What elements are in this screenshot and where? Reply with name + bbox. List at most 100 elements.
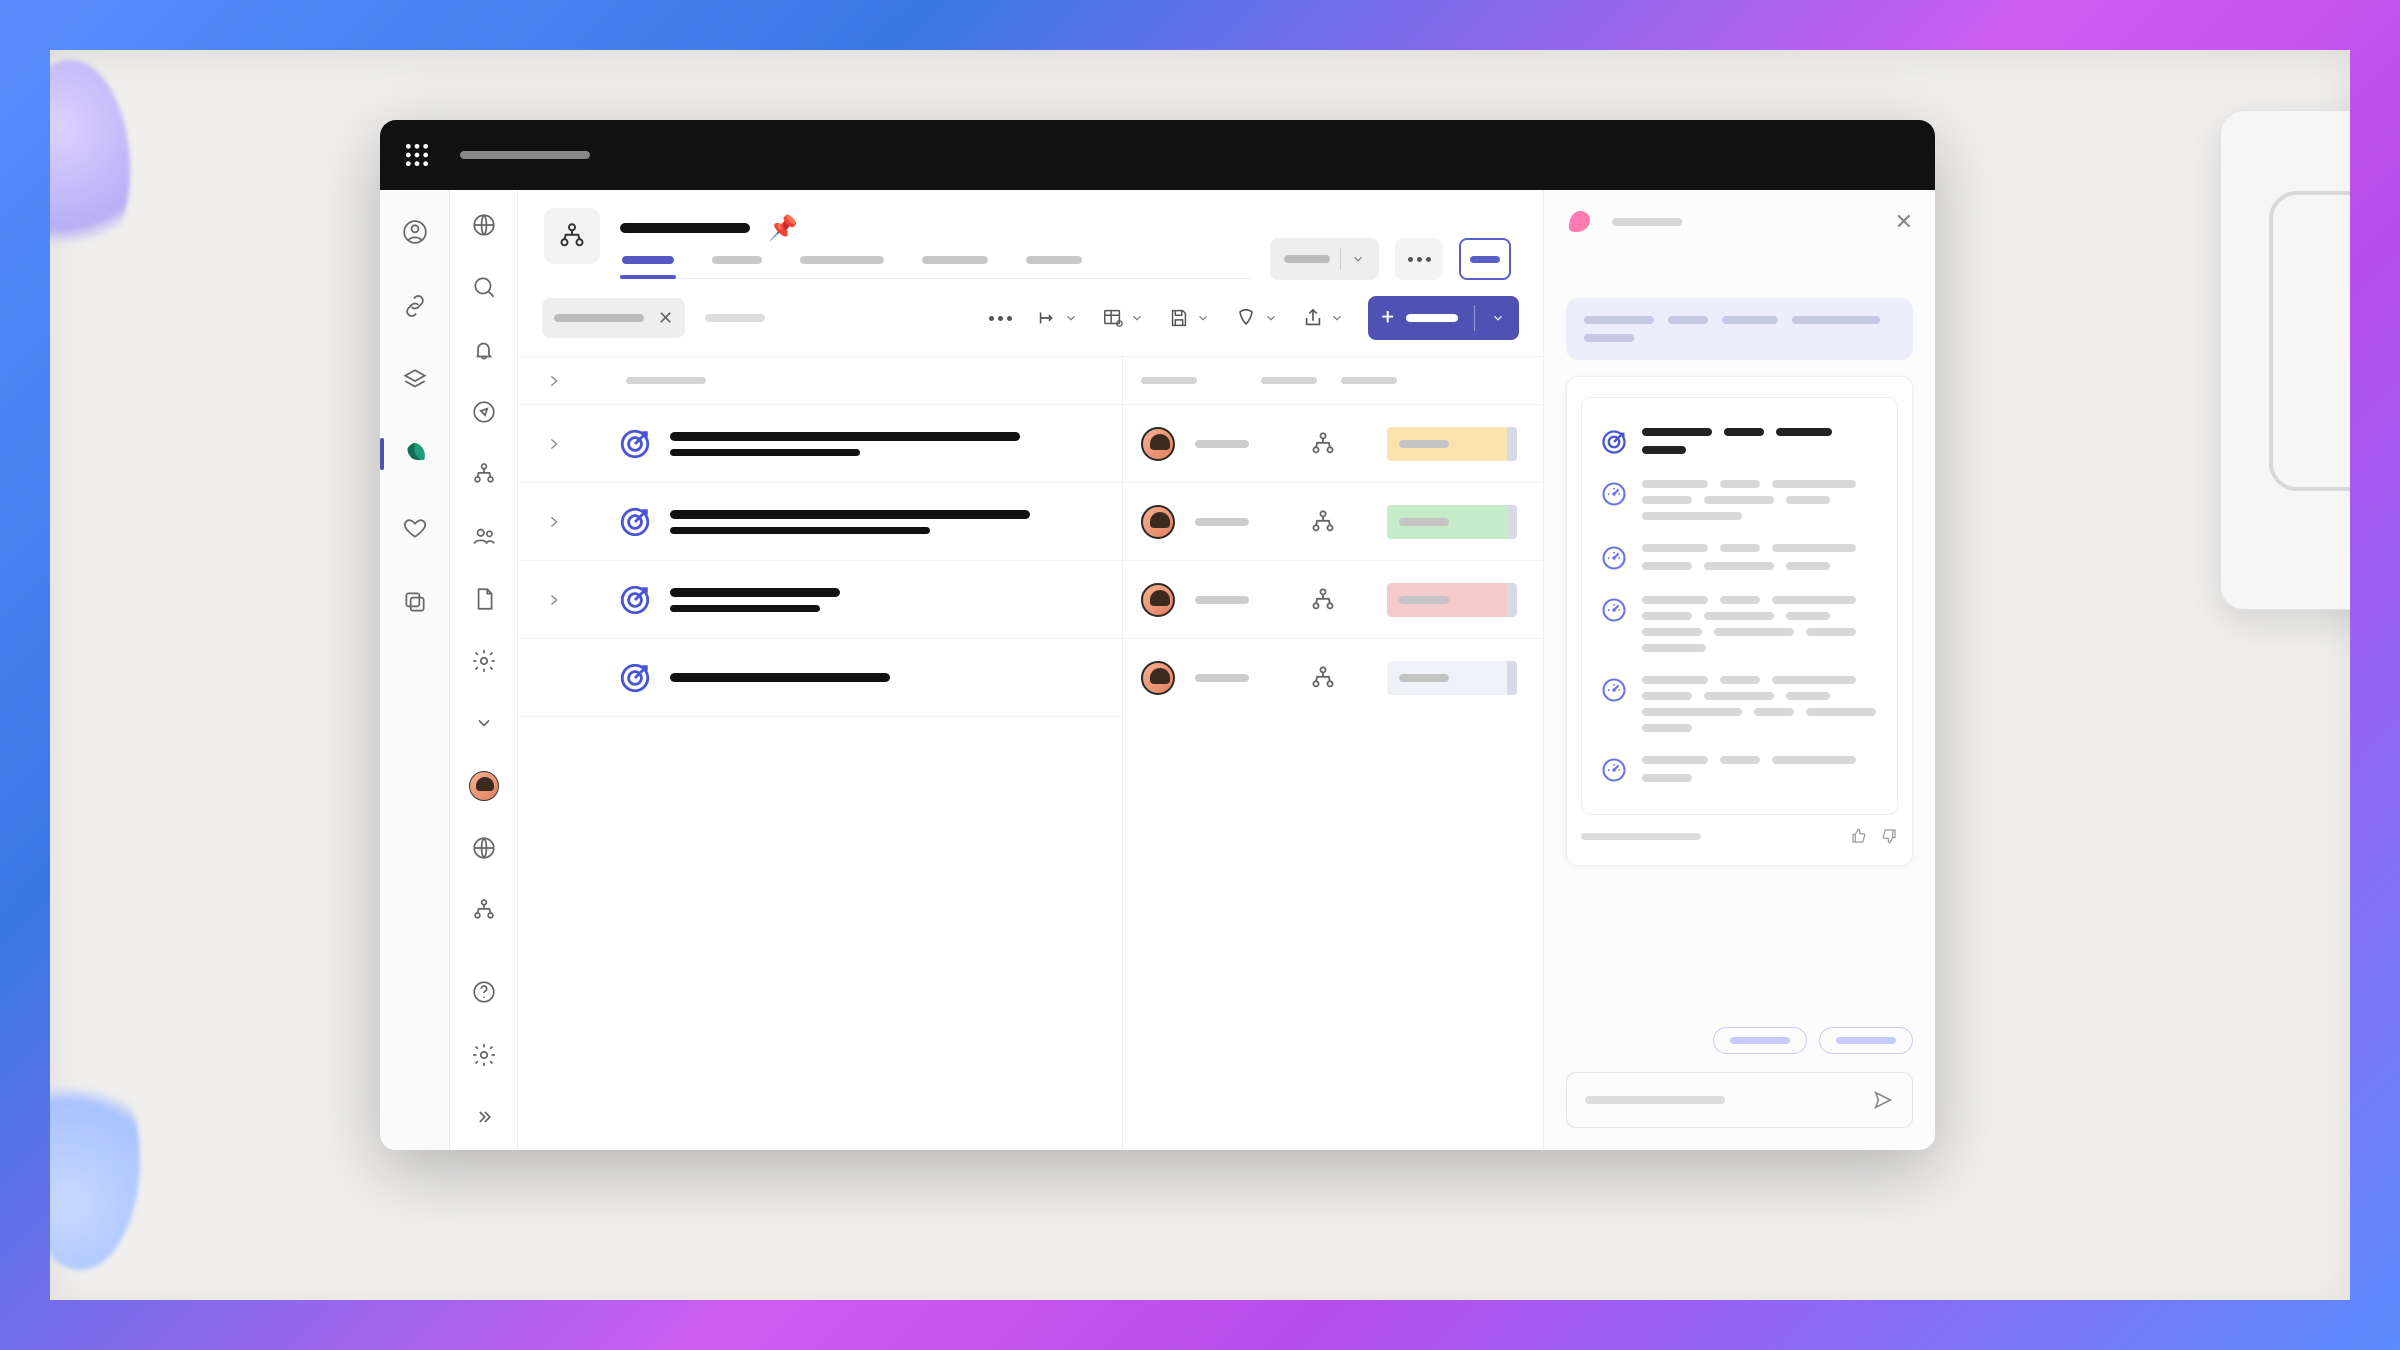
rail2-help[interactable] — [462, 971, 506, 1013]
more-button[interactable] — [1395, 238, 1443, 280]
rail-item-3[interactable] — [393, 358, 437, 402]
grid-row[interactable] — [518, 561, 1122, 639]
rail2-search[interactable] — [462, 266, 506, 308]
copilot-result-kr[interactable] — [1600, 584, 1879, 664]
bg-right-card — [2220, 110, 2350, 610]
grid-title-column: Title — [518, 357, 1123, 1150]
tool-save[interactable] — [1168, 307, 1210, 329]
chevron-down-icon — [474, 713, 494, 733]
gear-icon — [471, 648, 497, 674]
rail-item-5[interactable] — [393, 506, 437, 550]
copilot-result-goal[interactable] — [1600, 416, 1879, 468]
thumbs-up-button[interactable] — [1850, 827, 1868, 845]
send-button[interactable] — [1872, 1089, 1894, 1111]
share-icon — [1302, 307, 1324, 329]
app-window: App — [380, 120, 1935, 1150]
row-expander[interactable] — [544, 436, 564, 452]
rail2-org2[interactable] — [462, 889, 506, 931]
tab-3[interactable] — [920, 256, 990, 278]
owner-name — [1195, 596, 1249, 604]
tab-0[interactable] — [620, 256, 676, 278]
grid-row-side[interactable] — [1123, 483, 1543, 561]
copilot-toggle-button[interactable]: Copilot — [1459, 238, 1511, 280]
rail-item-2[interactable] — [393, 284, 437, 328]
copilot-result-kr[interactable] — [1600, 744, 1879, 796]
row-title — [670, 588, 840, 597]
copilot-header: Copilot ✕ — [1544, 190, 1935, 254]
status-pill[interactable] — [1387, 661, 1517, 695]
hierarchy-icon — [557, 221, 587, 251]
rail2-file[interactable] — [462, 578, 506, 620]
rail-item-active[interactable] — [393, 432, 437, 476]
chevron-down-icon — [1330, 311, 1344, 325]
copilot-suggestion-chip[interactable] — [1819, 1027, 1913, 1054]
tool-more[interactable] — [989, 316, 1012, 321]
app-launcher-button[interactable] — [398, 136, 436, 174]
rail2-org[interactable] — [462, 453, 506, 495]
plus-icon: + — [1382, 307, 1394, 329]
filter-chip[interactable]: Filter ✕ — [542, 298, 685, 338]
chevron-down-icon — [1351, 252, 1365, 266]
rail2-bell[interactable] — [462, 329, 506, 371]
rail2-compass[interactable] — [462, 391, 506, 433]
owner-avatar — [1141, 661, 1175, 695]
rail2-people[interactable] — [462, 515, 506, 557]
rail2-globe2[interactable] — [462, 827, 506, 869]
view-dropdown-button[interactable]: View — [1270, 238, 1379, 280]
close-icon[interactable]: ✕ — [658, 308, 673, 329]
row-expander[interactable] — [544, 514, 564, 530]
tab-label — [922, 256, 988, 264]
thumbs-down-button[interactable] — [1880, 827, 1898, 845]
grid-row-side[interactable] — [1123, 405, 1543, 483]
secondary-nav-rail — [450, 190, 518, 1150]
grid-row[interactable] — [518, 483, 1122, 561]
dots-icon — [1408, 257, 1431, 262]
grid-row-side[interactable] — [1123, 639, 1543, 717]
chevron-down-icon — [1264, 311, 1278, 325]
grid-row[interactable] — [518, 405, 1122, 483]
rail2-collapse[interactable] — [462, 702, 506, 744]
copilot-result-kr[interactable] — [1600, 664, 1879, 744]
copilot-result-kr[interactable] — [1600, 468, 1879, 532]
send-icon — [1872, 1089, 1894, 1111]
copilot-input[interactable] — [1566, 1072, 1913, 1128]
chip-label — [1730, 1037, 1790, 1044]
copilot-suggestion-chip[interactable] — [1713, 1027, 1807, 1054]
tab-2[interactable] — [798, 256, 886, 278]
chip-label — [1836, 1037, 1896, 1044]
column-header-title: Title — [626, 377, 706, 384]
status-pill[interactable] — [1387, 583, 1517, 617]
copilot-suggestions — [1544, 1027, 1935, 1054]
status-pill[interactable] — [1387, 427, 1517, 461]
row-expander[interactable] — [544, 592, 564, 608]
pin-icon[interactable]: 📌 — [768, 214, 798, 242]
chevron-down-icon — [1196, 311, 1210, 325]
rail2-globe[interactable] — [462, 204, 506, 246]
rail2-avatar[interactable] — [462, 764, 506, 806]
tool-width[interactable] — [1036, 307, 1078, 329]
close-button[interactable]: ✕ — [1895, 210, 1913, 235]
expand-all-button[interactable] — [544, 373, 564, 389]
copilot-input-placeholder — [1585, 1096, 1725, 1104]
grid-row-side[interactable] — [1123, 561, 1543, 639]
rail-item-1[interactable] — [393, 210, 437, 254]
rail-item-6[interactable] — [393, 580, 437, 624]
copilot-result-kr[interactable] — [1600, 532, 1879, 584]
tool-table[interactable] — [1102, 307, 1144, 329]
tool-share[interactable] — [1302, 307, 1344, 329]
page-icon-box[interactable] — [544, 208, 600, 264]
rail2-expand[interactable] — [462, 1096, 506, 1138]
grid-row[interactable] — [518, 639, 1122, 717]
new-button-label: New — [1406, 314, 1458, 322]
grid-header-row-side: Owner Team Status — [1123, 357, 1543, 405]
new-button[interactable]: + New — [1368, 296, 1519, 340]
gauge-icon — [1600, 480, 1628, 508]
thumbs-up-icon — [1850, 827, 1868, 845]
heart-icon — [402, 515, 428, 541]
status-pill[interactable] — [1387, 505, 1517, 539]
tab-4[interactable] — [1024, 256, 1084, 278]
rail2-settings2[interactable] — [462, 1033, 506, 1075]
rail2-settings[interactable] — [462, 640, 506, 682]
tool-copilot[interactable] — [1234, 306, 1278, 330]
tab-1[interactable] — [710, 256, 764, 278]
